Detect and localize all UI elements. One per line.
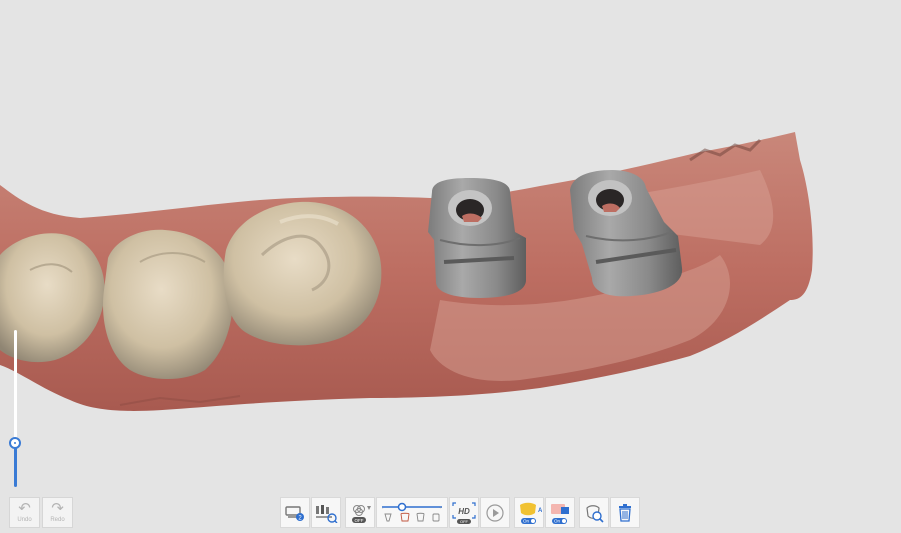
undo-icon: ↶ xyxy=(18,499,31,517)
scan-stage-icon: 2 xyxy=(284,503,306,523)
texture-toggle-button[interactable]: OFF xyxy=(345,497,375,528)
slider-track-lower xyxy=(14,443,17,487)
model-filter-icon xyxy=(314,503,338,523)
hd-mode-icon: HD OFF xyxy=(451,501,477,525)
play-icon xyxy=(485,503,505,523)
inspect-icon xyxy=(583,502,605,524)
model-filter-button[interactable] xyxy=(311,497,341,528)
hd-mode-button[interactable]: HD OFF xyxy=(449,497,479,528)
hd-state: OFF xyxy=(460,519,469,524)
scan-stage-button[interactable]: 2 xyxy=(280,497,310,528)
toolbar-group-stage: 2 xyxy=(280,497,341,528)
ai-scan-icon: A On xyxy=(516,501,542,525)
redo-label: Redo xyxy=(50,517,65,523)
scan-viewport[interactable] xyxy=(0,0,901,533)
delete-icon xyxy=(616,503,634,523)
auto-lock-icon: On xyxy=(547,501,573,525)
undo-button[interactable]: ↶ Undo xyxy=(9,497,40,528)
hd-label: HD xyxy=(458,507,470,516)
svg-text:A: A xyxy=(538,508,542,514)
texture-state: OFF xyxy=(355,518,364,523)
toolbar-group-ai: A On On xyxy=(514,497,575,528)
auto-lock-button[interactable]: On xyxy=(545,497,575,528)
tooth-premolar xyxy=(103,229,233,379)
bottom-toolbar: 2 OFF - + HD OFF A On On xyxy=(280,497,640,528)
inspect-button[interactable] xyxy=(579,497,609,528)
redo-button[interactable]: ↷ Redo xyxy=(42,497,73,528)
slider-track-upper xyxy=(14,330,17,443)
ai-state: On xyxy=(523,518,530,523)
delete-button[interactable] xyxy=(610,497,640,528)
tooth-molar-right xyxy=(223,201,382,346)
depth-slider[interactable] xyxy=(8,330,24,490)
history-controls: ↶ Undo ↷ Redo xyxy=(9,497,73,528)
auto-state: On xyxy=(554,518,561,523)
undo-label: Undo xyxy=(17,517,32,523)
scan-range-slider-icon: - + xyxy=(379,501,445,525)
ai-scan-button[interactable]: A On xyxy=(514,497,544,528)
scan-range-control[interactable]: - + xyxy=(376,497,448,528)
slider-thumb[interactable] xyxy=(9,437,21,449)
texture-toggle-icon: OFF xyxy=(347,501,373,525)
play-button[interactable] xyxy=(480,497,510,528)
redo-icon: ↷ xyxy=(51,499,64,517)
toolbar-group-view: OFF - + HD OFF xyxy=(345,497,510,528)
toolbar-group-edit xyxy=(579,497,640,528)
